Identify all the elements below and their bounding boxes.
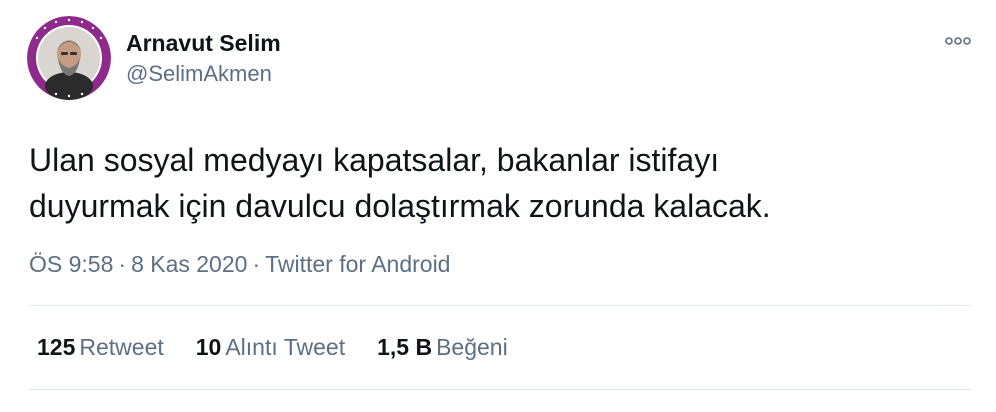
divider — [29, 389, 971, 390]
quotes-count: 10 — [195, 334, 222, 360]
more-options-button[interactable] — [938, 28, 978, 54]
likes-label: Beğeni — [436, 334, 508, 360]
meta-separator: · — [252, 251, 261, 277]
tweet-text-line: Ulan sosyal medyayı kapatsalar, bakanlar… — [29, 142, 720, 178]
avatar[interactable] — [27, 16, 111, 100]
tweet-text: Ulan sosyal medyayı kapatsalar, bakanlar… — [29, 137, 969, 229]
more-options-icon — [945, 37, 971, 45]
divider — [29, 305, 971, 306]
tweet-source[interactable]: Twitter for Android — [265, 251, 450, 277]
retweets-stat[interactable]: 125 Retweet — [37, 334, 164, 361]
quotes-stat[interactable]: 10 Alıntı Tweet — [196, 334, 345, 361]
retweets-count: 125 — [37, 334, 76, 360]
quotes-label: Alıntı Tweet — [225, 334, 346, 360]
tweet-stats: 125 Retweet 10 Alıntı Tweet 1,5 B Beğeni — [37, 334, 508, 361]
retweets-label: Retweet — [79, 334, 164, 360]
tweet-time[interactable]: ÖS 9:58 — [29, 251, 113, 277]
likes-stat[interactable]: 1,5 B Beğeni — [377, 334, 508, 361]
username[interactable]: @SelimAkmen — [126, 61, 272, 87]
tweet-meta: ÖS 9:58 · 8 Kas 2020 · Twitter for Android — [29, 251, 450, 278]
display-name[interactable]: Arnavut Selim — [126, 30, 281, 57]
avatar-image — [27, 16, 111, 100]
meta-separator: · — [118, 251, 127, 277]
tweet-card: Arnavut Selim @SelimAkmen Ulan sosyal me… — [0, 0, 996, 412]
likes-count: 1,5 B — [377, 334, 433, 360]
tweet-date[interactable]: 8 Kas 2020 — [131, 251, 247, 277]
tweet-text-line: duyurmak için davulcu dolaştırmak zorund… — [29, 188, 771, 224]
